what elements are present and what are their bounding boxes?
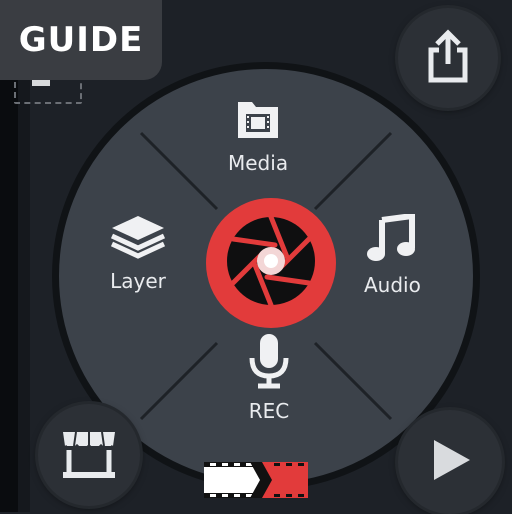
store-button[interactable] — [38, 404, 140, 506]
store-icon — [59, 426, 119, 484]
layers-icon — [108, 212, 168, 265]
layer-button[interactable]: Layer — [108, 212, 168, 293]
rec-label: REC — [248, 399, 290, 423]
rec-button[interactable]: REC — [244, 332, 294, 423]
audio-label: Audio — [364, 273, 421, 297]
share-button[interactable] — [398, 8, 498, 108]
media-label: Media — [228, 151, 289, 175]
shutter-icon — [213, 203, 329, 323]
audio-button[interactable]: Audio — [364, 212, 421, 297]
guide-badge: GUIDE — [0, 0, 162, 80]
share-icon — [423, 28, 473, 88]
layer-label: Layer — [110, 269, 166, 293]
microphone-icon — [244, 332, 294, 395]
record-center-button[interactable] — [206, 198, 336, 328]
music-note-icon — [364, 212, 420, 269]
media-folder-icon — [234, 96, 282, 147]
play-button[interactable] — [398, 410, 502, 514]
film-strip-icon — [204, 460, 308, 500]
play-icon — [426, 436, 474, 488]
media-button[interactable]: Media — [228, 96, 288, 175]
